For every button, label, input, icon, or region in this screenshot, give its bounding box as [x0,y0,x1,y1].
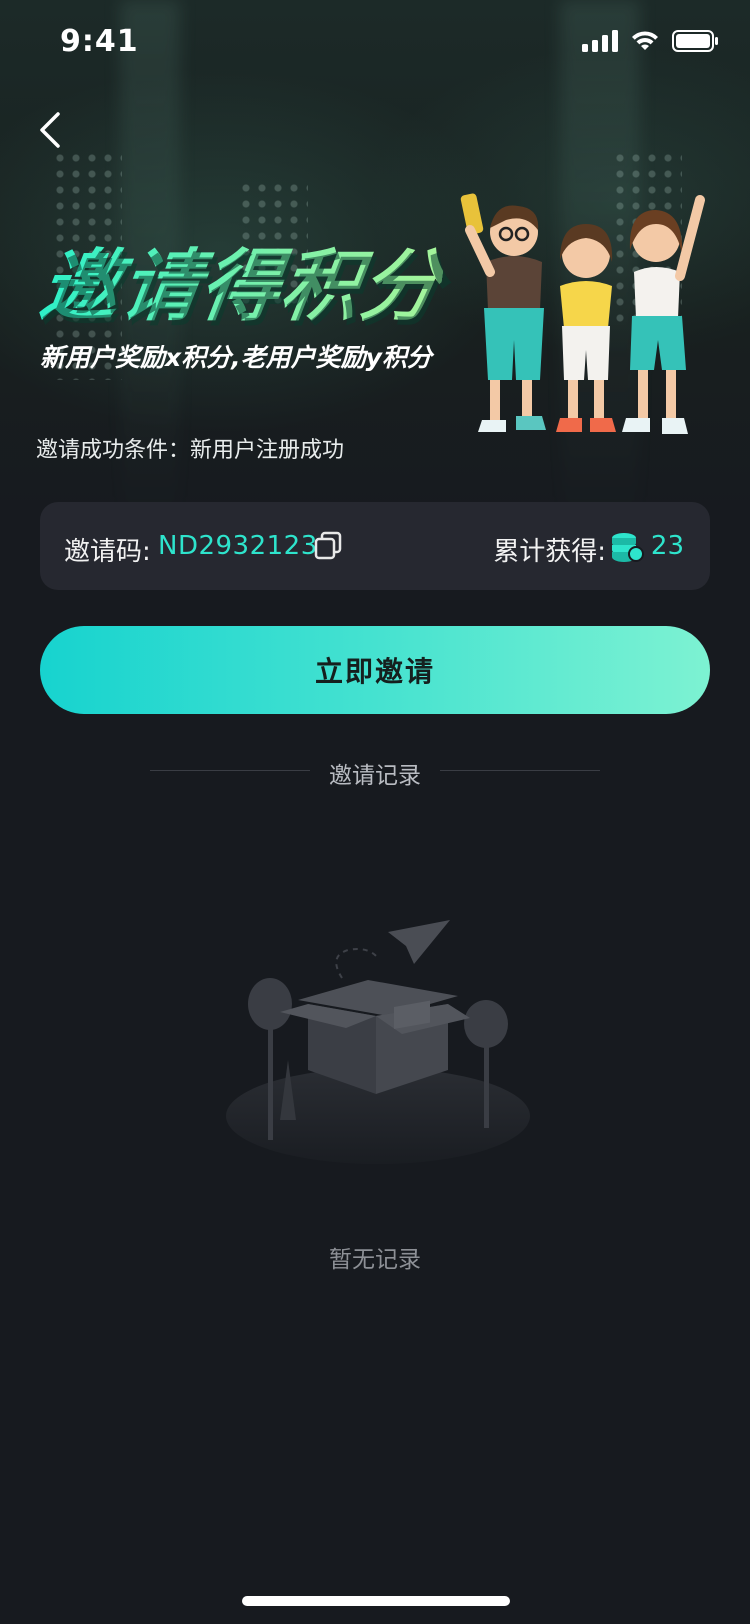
empty-records-text: 暂无记录 [329,1247,421,1273]
wifi-icon [632,31,658,50]
invite-code-label: 邀请码: [64,537,151,567]
total-earned-label: 累计获得: [493,537,606,567]
status-icons [582,30,718,52]
hero-title: 邀请得积分 [34,224,450,336]
divider-line-right [440,770,600,771]
copy-icon [314,531,342,560]
copy-code-button[interactable] [312,530,344,562]
battery-icon [672,30,718,52]
invite-points-screen: 9:41 邀请得积分 新用户奖励x积分,老用户奖励y积分 邀请成功条件：新用户注… [0,0,750,1624]
signal-icon [582,30,618,52]
back-icon [40,112,60,148]
invite-condition: 邀请成功条件：新用户注册成功 [36,438,345,463]
invite-code-card: 邀请码: ND2932123 累计获得: 23 [40,502,710,590]
empty-box-illustration [226,920,530,1164]
total-earned-value: 23 [650,531,684,561]
invite-now-button[interactable]: 立即邀请 [40,626,710,714]
records-title: 邀请记录 [329,763,421,789]
home-indicator[interactable] [242,1596,510,1606]
hero-subtitle: 新用户奖励x积分,老用户奖励y积分 [40,343,432,372]
invite-code-value: ND2932123 [158,531,318,561]
coin-stack-icon [612,533,644,562]
back-button[interactable] [34,108,70,152]
status-time: 9:41 [60,24,139,59]
kids-illustration [460,193,705,434]
